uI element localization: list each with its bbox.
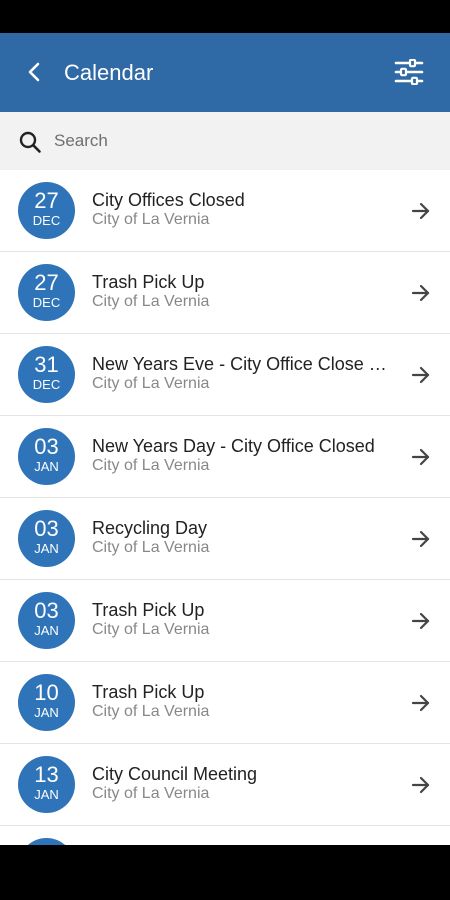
event-title: City Offices Closed (92, 190, 245, 210)
date-badge: 03 JAN (18, 592, 75, 649)
date-month: JAN (34, 623, 59, 638)
status-bar (0, 0, 450, 33)
date-day: 03 (34, 516, 59, 541)
date-month: JAN (34, 705, 59, 720)
event-subtitle: City of La Vernia (92, 293, 210, 310)
date-month: JAN (34, 787, 59, 802)
event-title: New Years Eve - City Office Close at… (92, 354, 392, 374)
date-badge (18, 838, 75, 845)
event-list: 27 DEC City Offices Closed City of La Verni… (0, 170, 450, 845)
event-list-item[interactable]: 03 JAN New Years Day - City Office Closed C… (0, 416, 450, 498)
date-badge: 13 JAN (18, 756, 75, 813)
date-day: 13 (34, 762, 59, 787)
navigation-bar (0, 845, 450, 900)
arrow-right-icon[interactable] (408, 280, 434, 306)
page-title: Calendar (64, 60, 154, 85)
date-month: JAN (34, 459, 59, 474)
app-bar: Calendar (0, 33, 450, 112)
search-bar (0, 112, 450, 170)
arrow-right-icon[interactable] (408, 608, 434, 634)
arrow-right-icon[interactable] (408, 362, 434, 388)
arrow-right-icon[interactable] (408, 690, 434, 716)
event-title: Trash Pick Up (92, 600, 205, 620)
event-list-item[interactable]: 31 DEC New Years Eve - City Office Close a… (0, 334, 450, 416)
date-month: DEC (32, 295, 61, 310)
app-screen: Calendar 27DECCity Offices Close (0, 33, 450, 845)
event-subtitle: City of La Vernia (92, 621, 210, 638)
date-badge: 03 JAN (18, 428, 75, 485)
event-title: Trash Pick Up (92, 272, 205, 292)
date-badge: 27 DEC (18, 182, 75, 239)
search-icon (19, 131, 41, 153)
event-list-item[interactable]: 27 DEC City Offices Closed City of La Verni… (0, 170, 450, 252)
arrow-right-icon[interactable] (408, 772, 434, 798)
arrow-right-icon[interactable] (408, 526, 434, 552)
date-badge: 03 JAN (18, 510, 75, 567)
event-title: Recycling Day (92, 518, 208, 538)
event-list-item[interactable]: 03 JAN Recycling Day City of La Vernia (0, 498, 450, 580)
date-badge: 31 DEC (18, 346, 75, 403)
date-day: 27 (34, 270, 59, 295)
date-month: DEC (32, 213, 61, 228)
filter-button[interactable] (392, 57, 426, 87)
chevron-left-icon (28, 62, 40, 82)
date-day: 31 (34, 352, 59, 377)
event-list-item[interactable]: 03 JAN Trash Pick Up City of La Vernia (0, 580, 450, 662)
event-subtitle: City of La Vernia (92, 539, 210, 556)
date-day: 03 (34, 434, 59, 459)
event-subtitle: City of La Vernia (92, 703, 210, 720)
sliders-icon (394, 59, 424, 85)
arrow-right-icon[interactable] (408, 444, 434, 470)
event-subtitle: City of La Vernia (92, 375, 210, 392)
event-subtitle: City of La Vernia (92, 457, 210, 474)
event-list-item[interactable]: 27 DEC Trash Pick Up City of La Vernia (0, 252, 450, 334)
date-day: 10 (34, 680, 59, 705)
date-badge: 10 JAN (18, 674, 75, 731)
event-list-item[interactable] (0, 826, 450, 845)
search-input[interactable] (54, 126, 424, 156)
event-list-item[interactable]: 10 JAN Trash Pick Up City of La Vernia (0, 662, 450, 744)
arrow-right-icon[interactable] (408, 198, 434, 224)
event-list-item[interactable]: 13 JAN City Council Meeting City of La Vern… (0, 744, 450, 826)
date-day: 03 (34, 598, 59, 623)
event-subtitle: City of La Vernia (92, 211, 210, 228)
back-button[interactable] (20, 58, 48, 86)
date-day: 27 (34, 188, 59, 213)
event-title: Trash Pick Up (92, 682, 205, 702)
date-badge: 27 DEC (18, 264, 75, 321)
date-month: JAN (34, 541, 59, 556)
event-title: City Council Meeting (92, 764, 258, 784)
date-month: DEC (32, 377, 61, 392)
event-subtitle: City of La Vernia (92, 785, 210, 802)
event-title: New Years Day - City Office Closed (92, 436, 375, 456)
